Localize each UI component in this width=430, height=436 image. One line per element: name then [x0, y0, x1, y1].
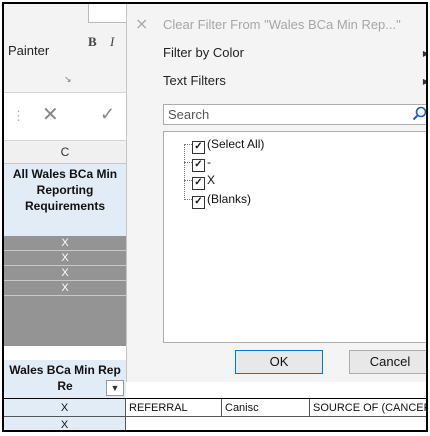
- x-cell[interactable]: X: [4, 399, 126, 417]
- tree-connector: [184, 144, 192, 145]
- filter-item-label: -: [207, 155, 211, 169]
- all-wales-header-cell[interactable]: All Wales BCa Min Reporting Requirements: [4, 164, 126, 236]
- tree-connector: [184, 180, 192, 181]
- tree-connector: [184, 144, 185, 200]
- checkbox-checked-icon[interactable]: ✓: [192, 159, 205, 172]
- tree-connector: [184, 162, 192, 163]
- filter-item-dash[interactable]: ✓ -: [192, 155, 211, 172]
- clipboard-launcher-icon[interactable]: ↘: [64, 74, 72, 85]
- autofilter-dropdown: ⨯ Clear Filter From "Wales BCa Min Rep..…: [126, 4, 428, 382]
- wales-min-rep-header-cell[interactable]: Wales BCa Min Rep Re ▼: [4, 360, 126, 398]
- x-cell[interactable]: X: [4, 281, 126, 296]
- bold-button[interactable]: B: [88, 34, 97, 50]
- search-placeholder: Search: [168, 107, 210, 122]
- checkbox-checked-icon[interactable]: ✓: [192, 196, 205, 209]
- more-icon[interactable]: ⋮: [12, 108, 25, 124]
- filter-dropdown-button[interactable]: ▼: [106, 380, 124, 396]
- checkbox-checked-icon[interactable]: ✓: [192, 141, 205, 154]
- filter-item-blanks[interactable]: ✓ (Blanks): [192, 192, 251, 209]
- bottom-row: X REFERRAL Canisc SOURCE OF (CANCER X: [4, 398, 426, 430]
- filter-values-list: ✓ (Select All) ✓ - ✓ X ✓ (Blanks): [163, 131, 426, 343]
- italic-button[interactable]: I: [110, 34, 114, 50]
- tree-connector: [184, 199, 192, 200]
- confirm-entry-icon[interactable]: ✓: [100, 104, 115, 125]
- submenu-arrow-icon: ▶: [423, 49, 426, 58]
- font-name-box[interactable]: [88, 4, 128, 23]
- clear-filter-menu-item[interactable]: Clear Filter From "Wales BCa Min Rep...": [163, 17, 401, 32]
- cancel-button[interactable]: Cancel: [349, 350, 426, 374]
- ribbon-clipboard-area: Painter B I ↘: [4, 4, 128, 93]
- x-cell[interactable]: X: [4, 266, 126, 281]
- cancel-entry-icon[interactable]: ✕: [42, 102, 59, 127]
- canisc-cell[interactable]: Canisc: [222, 399, 310, 417]
- source-cell[interactable]: SOURCE OF (CANCER: [310, 399, 426, 417]
- text-filters-label: Text Filters: [163, 73, 226, 88]
- search-input[interactable]: Search: [163, 104, 428, 125]
- grey-cell-block[interactable]: [4, 296, 126, 346]
- x-cell[interactable]: X: [4, 236, 126, 251]
- column-header-c[interactable]: C: [4, 141, 126, 164]
- referral-cell[interactable]: REFERRAL: [126, 399, 222, 417]
- format-painter-button[interactable]: Painter: [8, 43, 49, 58]
- formula-bar: ⋮ ✕ ✓: [4, 96, 126, 141]
- filter-item-label: (Select All): [207, 137, 265, 151]
- filter-item-label: (Blanks): [207, 192, 252, 206]
- submenu-arrow-icon: ▶: [423, 77, 426, 86]
- filter-item-label: X: [207, 173, 216, 187]
- wales-header-text: Wales BCa Min Rep Re: [9, 363, 121, 393]
- x-cell[interactable]: X: [4, 417, 126, 430]
- search-icon[interactable]: [412, 106, 428, 122]
- filter-item-select-all[interactable]: ✓ (Select All): [192, 137, 264, 154]
- filter-item-x[interactable]: ✓ X: [192, 173, 215, 190]
- filter-by-color-menu-item[interactable]: Filter by Color ▶: [163, 45, 426, 60]
- text-filters-menu-item[interactable]: Text Filters ▶: [163, 73, 426, 88]
- checkbox-checked-icon[interactable]: ✓: [192, 177, 205, 190]
- ok-button[interactable]: OK: [235, 350, 323, 374]
- filter-by-color-label: Filter by Color: [163, 45, 244, 60]
- x-cell[interactable]: X: [4, 251, 126, 266]
- clear-filter-icon: ⨯: [135, 16, 149, 33]
- screenshot-frame: Painter B I ↘ ⋮ ✕ ✓ C All Wales BCa Min …: [2, 2, 428, 432]
